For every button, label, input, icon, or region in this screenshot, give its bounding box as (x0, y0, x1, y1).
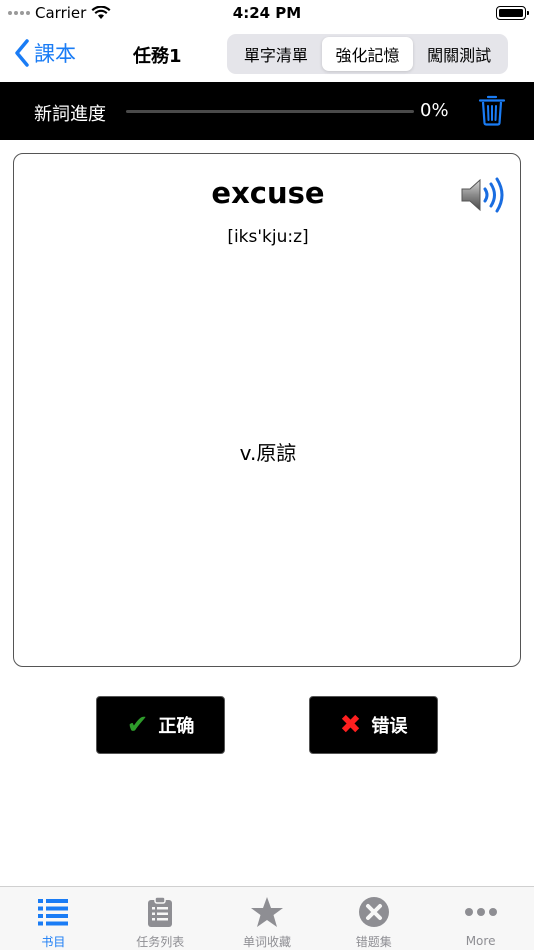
tab-word-favorites[interactable]: 单词收藏 (214, 887, 321, 950)
progress-track (126, 110, 414, 113)
segment-level-test[interactable]: 闖關測試 (413, 37, 505, 71)
chevron-left-icon (15, 39, 29, 67)
progress-percent: 0% (420, 100, 449, 121)
status-bar: Carrier 4:24 PM (0, 0, 534, 26)
tab-label: 单词收藏 (242, 935, 291, 949)
status-time: 4:24 PM (232, 4, 302, 22)
correct-button[interactable]: ✔ 正确 (96, 696, 225, 754)
cross-icon: ✖ (339, 710, 362, 740)
wrong-label: 错误 (371, 716, 408, 737)
speaker-button[interactable] (460, 176, 508, 214)
tab-label: 错题集 (355, 935, 392, 949)
segment-word-list[interactable]: 單字清單 (230, 37, 322, 71)
x-circle-icon (357, 895, 391, 928)
trash-icon (478, 95, 506, 126)
card-word: excuse (211, 176, 325, 210)
correct-label: 正确 (158, 716, 195, 737)
tab-more[interactable]: More (427, 887, 534, 950)
back-button[interactable]: 課本 (14, 38, 76, 68)
speaker-icon (461, 177, 504, 213)
battery-icon (496, 6, 529, 20)
mode-segmented-control: 單字清單 強化記憶 闖關測試 (227, 34, 508, 74)
checkmark-icon: ✔ (126, 710, 149, 740)
star-icon (250, 895, 284, 928)
nav-bar: 課本 任務1 單字清單 強化記憶 闖關測試 (0, 26, 534, 82)
tab-label: 任务列表 (136, 935, 185, 949)
trash-button[interactable] (478, 94, 506, 126)
tab-mistakes[interactable]: 错题集 (320, 887, 427, 950)
more-icon (464, 895, 498, 929)
page-title: 任務1 (133, 46, 182, 67)
tab-label: More (465, 934, 496, 948)
tab-label: 书目 (41, 935, 66, 949)
tab-books[interactable]: 书目 (0, 887, 107, 950)
wrong-button[interactable]: ✖ 错误 (309, 696, 438, 754)
tab-task-list[interactable]: 任务列表 (107, 887, 214, 950)
clipboard-icon (143, 895, 177, 928)
back-label: 課本 (34, 42, 76, 66)
tab-bar: 书目 任务列表 单词收藏 错题集 More (0, 886, 534, 950)
progress-header: 新詞進度 0% (0, 82, 534, 140)
card-meaning: v.原諒 (239, 441, 297, 465)
card-phonetic: [iks'kju:z] (227, 227, 309, 247)
progress-label: 新詞進度 (34, 104, 106, 125)
flash-card: excuse [iks'kju:z] v.原諒 (13, 153, 521, 667)
segment-reinforce-memory[interactable]: 強化記憶 (321, 37, 414, 71)
list-icon (36, 895, 70, 928)
